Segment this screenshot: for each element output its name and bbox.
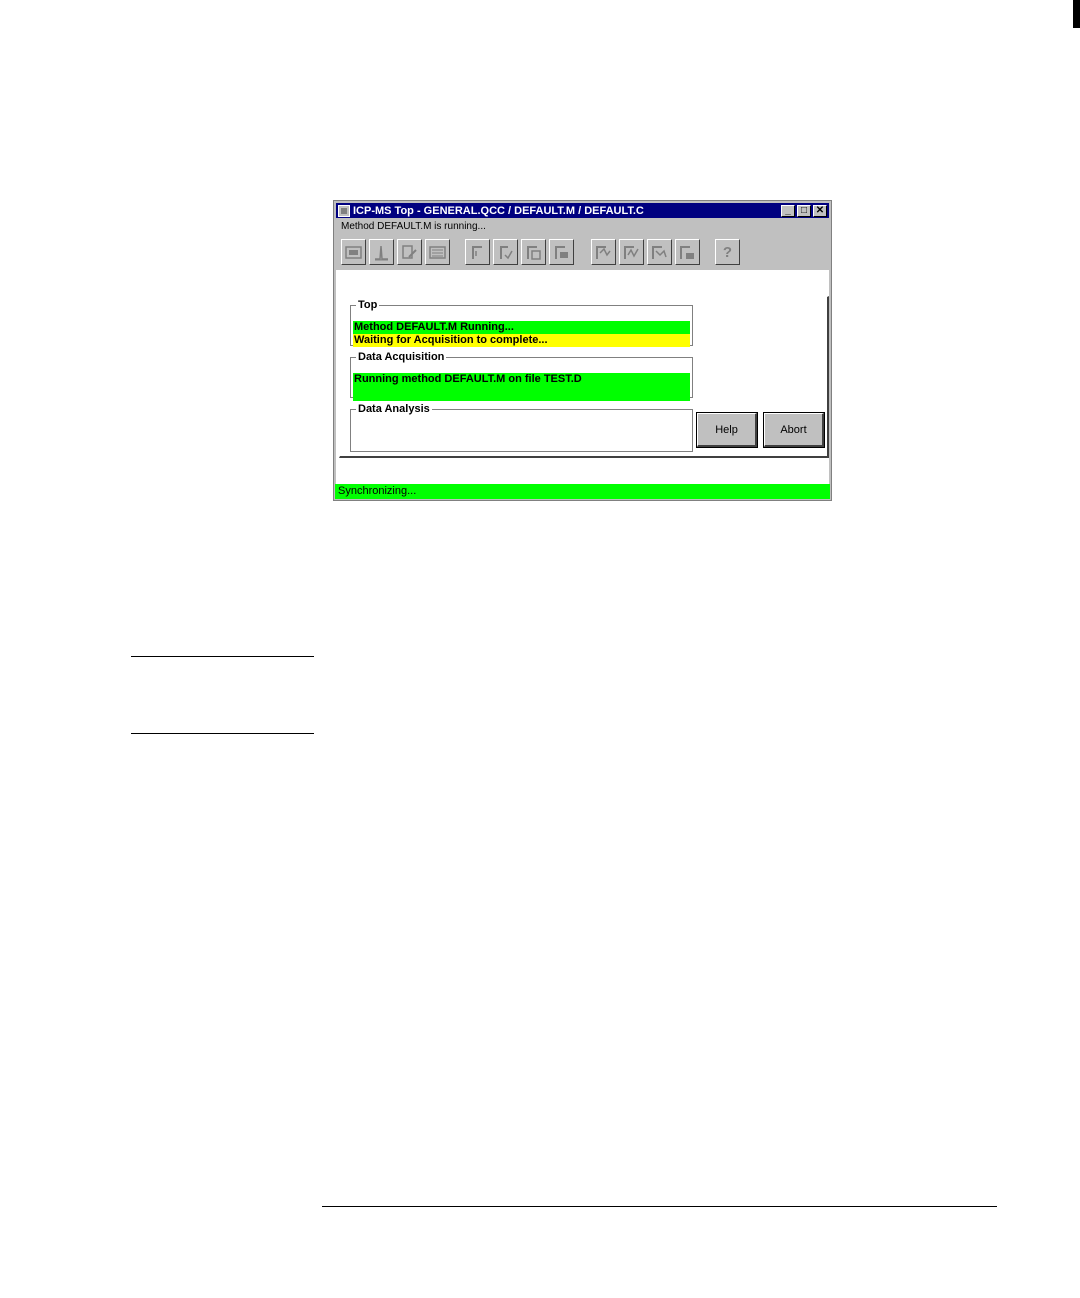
method-status-text: Method DEFAULT.M is running...	[341, 221, 486, 232]
abort-button[interactable]: Abort	[763, 412, 825, 448]
window-title: ICP-MS Top - GENERAL.QCC / DEFAULT.M / D…	[353, 204, 644, 217]
data-print-icon[interactable]	[675, 239, 700, 265]
footer-rule	[322, 1206, 997, 1207]
page-tab-marker	[1073, 0, 1080, 28]
method-load-icon[interactable]	[465, 239, 490, 265]
maximize-button[interactable]: □	[797, 204, 811, 217]
top-message-waiting: Waiting for Acquisition to complete...	[353, 334, 690, 347]
sequence-icon[interactable]	[425, 239, 450, 265]
app-icon[interactable]	[338, 204, 350, 217]
help-button[interactable]: Help	[696, 412, 758, 448]
data-review-icon[interactable]	[647, 239, 672, 265]
data-analysis-group: Data Analysis	[350, 404, 693, 452]
data-acquisition-group: Data Acquisition Running method DEFAULT.…	[350, 351, 693, 401]
data-acquisition-label: Data Acquisition	[358, 351, 445, 363]
method-edit-icon[interactable]	[397, 239, 422, 265]
status-panel: Top Method DEFAULT.M Running... Waiting …	[339, 296, 829, 458]
data-analysis-label: Data Analysis	[358, 403, 430, 415]
method-run-icon[interactable]	[493, 239, 518, 265]
title-bar[interactable]: ICP-MS Top - GENERAL.QCC / DEFAULT.M / D…	[336, 203, 829, 218]
acquisition-message: Running method DEFAULT.M on file TEST.D	[353, 373, 690, 401]
bottom-status-bar: Synchronizing...	[335, 484, 830, 499]
method-save-icon[interactable]	[521, 239, 546, 265]
data-analysis-icon[interactable]	[619, 239, 644, 265]
data-load-icon[interactable]	[591, 239, 616, 265]
top-group-label: Top	[358, 299, 378, 311]
icp-ms-top-window: ICP-MS Top - GENERAL.QCC / DEFAULT.M / D…	[333, 200, 832, 501]
top-group: Top Method DEFAULT.M Running... Waiting …	[350, 299, 693, 347]
instrument-control-icon[interactable]	[341, 239, 366, 265]
method-print-icon[interactable]	[549, 239, 574, 265]
help-icon[interactable]: ?	[715, 239, 740, 265]
margin-rule-bottom	[131, 733, 314, 734]
top-message-running: Method DEFAULT.M Running...	[353, 321, 690, 334]
toolbar: ?	[339, 239, 831, 267]
close-button[interactable]: ✕	[813, 204, 827, 217]
margin-rule-top	[131, 656, 314, 657]
work-area: Top Method DEFAULT.M Running... Waiting …	[336, 270, 829, 484]
tune-icon[interactable]	[369, 239, 394, 265]
minimize-button[interactable]: _	[781, 204, 795, 217]
